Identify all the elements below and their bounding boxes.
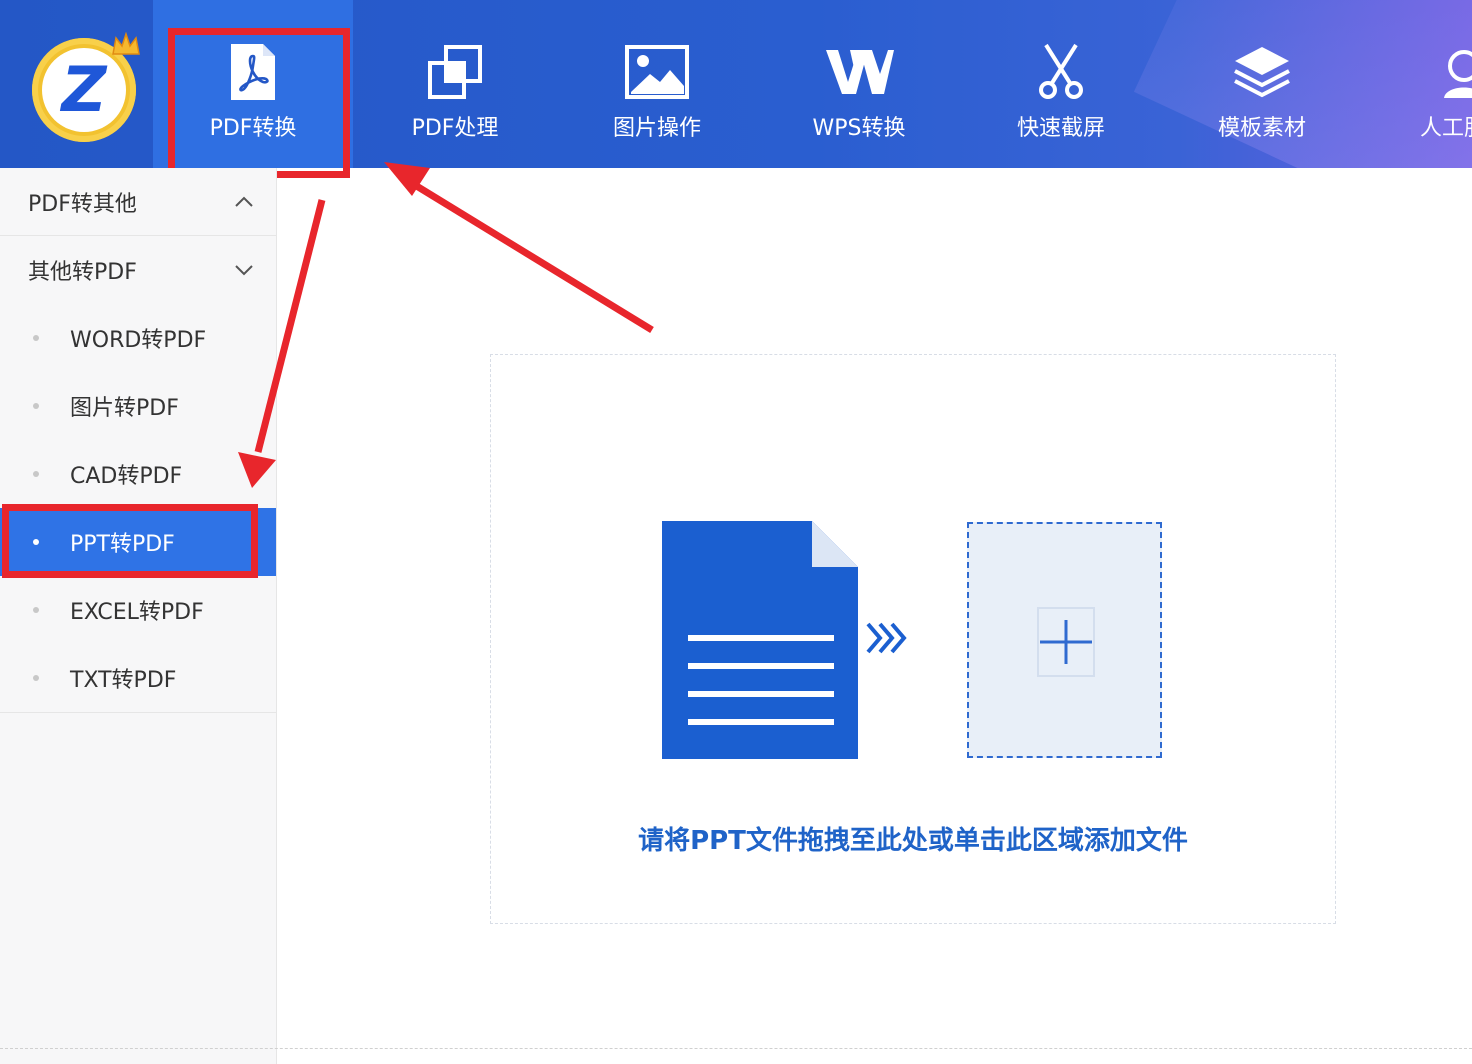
tab-label: WPS转换 (812, 116, 906, 141)
chevron-down-icon (235, 265, 253, 276)
tab-label: PDF转换 (209, 116, 297, 141)
add-file-button[interactable] (967, 522, 1162, 758)
sidebar-item-cad-to-pdf[interactable]: CAD转PDF (0, 440, 276, 508)
sidebar-group-pdf-to-other[interactable]: PDF转其他 (0, 168, 276, 236)
tab-label: 人工服务 (1419, 116, 1472, 141)
crown-icon (112, 32, 140, 55)
tab-label: 模板素材 (1217, 116, 1306, 141)
sidebar-item-label: 图片转PDF (70, 396, 179, 421)
tab-label: 快速截屏 (1016, 116, 1105, 141)
sidebar-item-ppt-to-pdf[interactable]: PPT转PDF (0, 508, 276, 576)
bullet-dot (33, 607, 39, 613)
sidebar-item-excel-to-pdf[interactable]: EXCEL转PDF (0, 576, 276, 644)
tab-screenshot[interactable]: 快速截屏 (961, 0, 1161, 168)
tab-wps-convert[interactable]: WPS转换 (759, 0, 959, 168)
tab-templates[interactable]: 模板素材 (1162, 0, 1362, 168)
tab-pdf-convert[interactable]: PDF转换 (153, 0, 353, 168)
sidebar-item-image-to-pdf[interactable]: 图片转PDF (0, 372, 276, 440)
tab-image-ops[interactable]: 图片操作 (557, 0, 757, 168)
sidebar-group-label: PDF转其他 (28, 191, 137, 217)
sidebar-item-txt-to-pdf[interactable]: TXT转PDF (0, 644, 276, 712)
sidebar-list: WORD转PDF 图片转PDF CAD转PDF PPT转PDF EXCEL转PD… (0, 304, 276, 713)
bottom-divider (0, 1048, 1472, 1049)
sidebar-item-word-to-pdf[interactable]: WORD转PDF (0, 304, 276, 372)
document-icon (662, 521, 858, 759)
annotation-arrow-up (384, 162, 654, 333)
bullet-dot (33, 403, 39, 409)
sidebar-group-other-to-pdf[interactable]: 其他转PDF (0, 236, 276, 304)
bullet-dot (33, 335, 39, 341)
tab-support[interactable]: 人工服务 (1364, 0, 1472, 168)
support-icon (1444, 50, 1472, 98)
chevron-up-icon (235, 196, 253, 207)
sidebar-item-label: CAD转PDF (70, 464, 183, 489)
tab-pdf-process[interactable]: PDF处理 (355, 0, 555, 168)
sidebar-item-label: PPT转PDF (70, 532, 175, 557)
sidebar: PDF转其他 其他转PDF WORD转PDF 图片转PDF CAD转PDF PP… (0, 168, 277, 1064)
bullet-dot (33, 675, 39, 681)
top-toolbar: Z PDF转换 PDF处理 图片操作 WPS转换 快速截屏 模板素材 人工 (0, 0, 1472, 168)
layers-icon (1234, 47, 1290, 98)
drop-hint-text[interactable]: 请将PPT文件拖拽至此处或单击此区域添加文件 (490, 820, 1336, 857)
sidebar-group-label: 其他转PDF (28, 260, 137, 285)
pdf-process-icon (428, 45, 482, 99)
sidebar-item-label: WORD转PDF (70, 328, 207, 353)
bullet-dot (33, 539, 39, 545)
sidebar-item-label: EXCEL转PDF (70, 600, 204, 625)
scissors-icon (1039, 43, 1083, 99)
chevrons-right-icon (866, 622, 907, 654)
sidebar-item-label: TXT转PDF (70, 668, 177, 693)
image-icon (625, 45, 689, 99)
tab-label: 图片操作 (612, 116, 701, 141)
plus-icon (1037, 607, 1095, 677)
wps-icon (826, 50, 894, 94)
tab-label: PDF处理 (411, 116, 499, 141)
bullet-dot (33, 471, 39, 477)
pdf-acrobat-icon (231, 44, 275, 100)
